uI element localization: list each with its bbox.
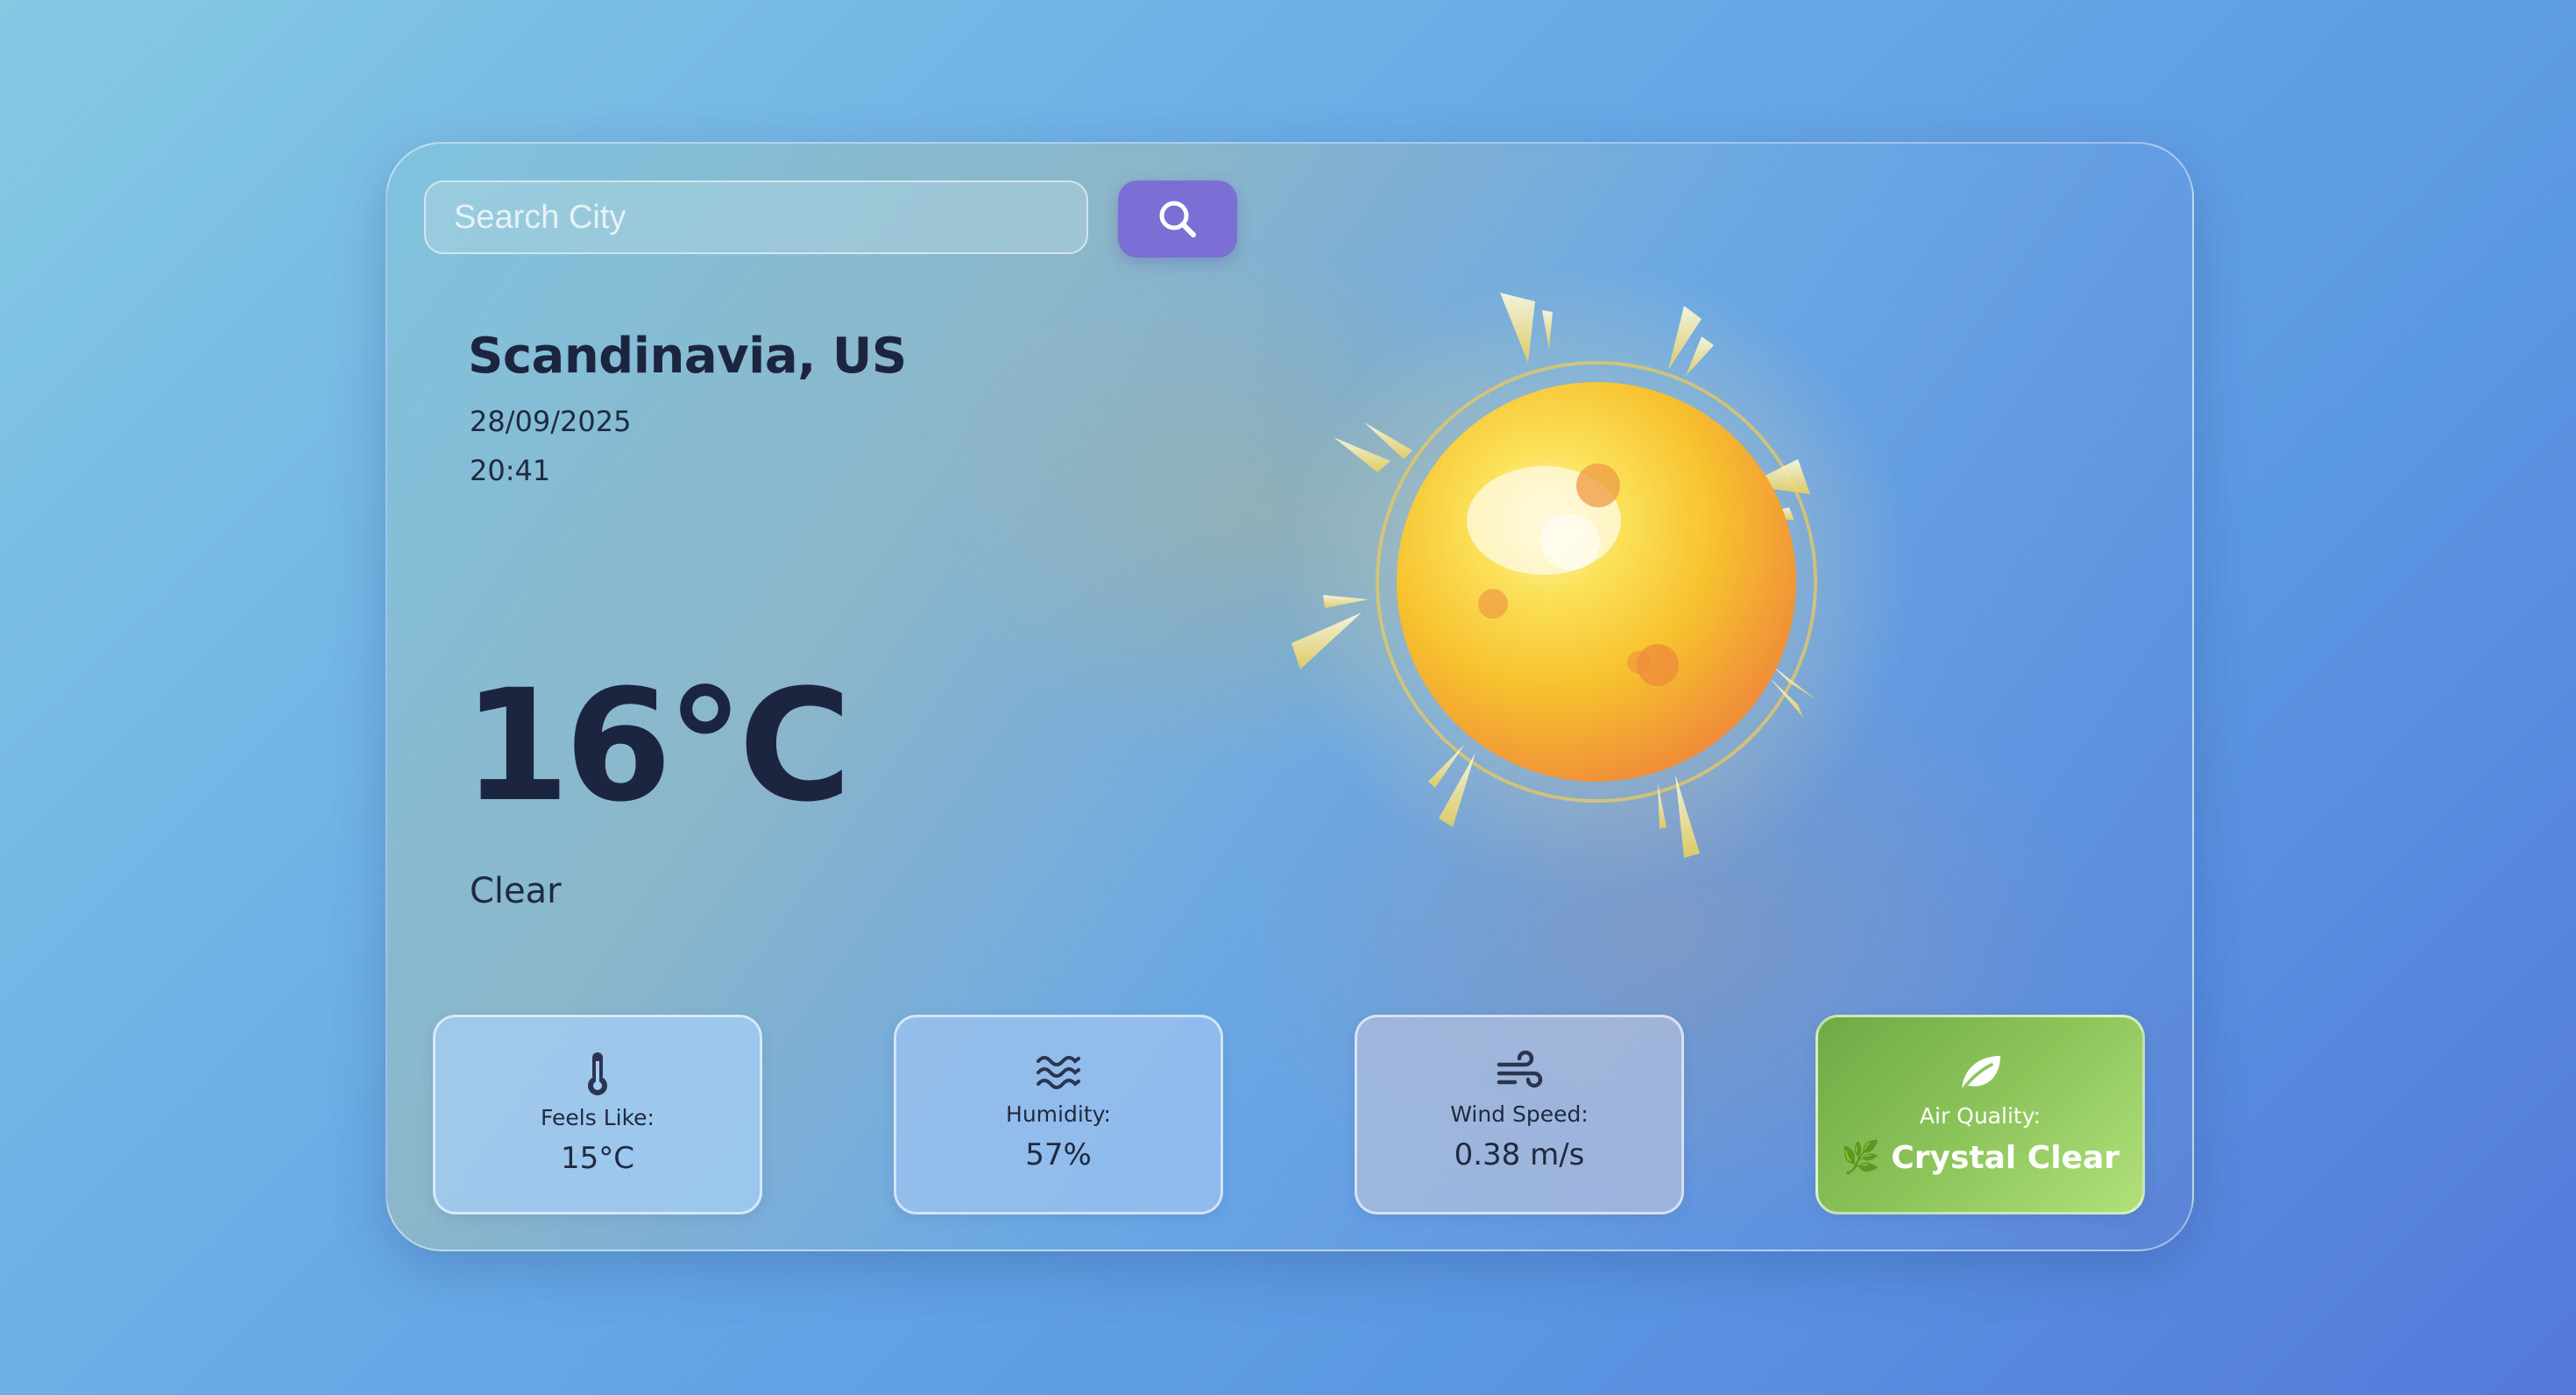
feels-like-label: Feels Like:: [541, 1105, 655, 1130]
temperature-value: 16°C: [463, 656, 852, 836]
air-quality-card: Air Quality: 🌿 Crystal Clear: [1815, 1015, 2145, 1214]
feels-like-card: Feels Like: 15°C: [433, 1015, 762, 1214]
wind-speed-card: Wind Speed: 0.38 m/s: [1355, 1015, 1684, 1214]
weather-card: Scandinavia, US 28/09/2025 20:41 16°C Cl…: [386, 142, 2194, 1251]
search-icon: [1159, 201, 1196, 237]
location-name: Scandinavia, US: [468, 328, 907, 385]
thermometer-icon: [588, 1052, 607, 1095]
air-quality-value: 🌿 Crystal Clear: [1840, 1140, 2120, 1176]
feels-like-value: 15°C: [560, 1141, 634, 1176]
humidity-label: Humidity:: [1006, 1101, 1111, 1127]
search-input[interactable]: [426, 182, 1086, 252]
humidity-card: Humidity: 57%: [894, 1015, 1223, 1214]
humidity-value: 57%: [1025, 1137, 1092, 1172]
wind-speed-value: 0.38 m/s: [1454, 1137, 1585, 1172]
search-button[interactable]: [1118, 181, 1237, 258]
sun-icon: [1281, 266, 1912, 897]
date-text: 28/09/2025: [470, 405, 632, 438]
weather-condition: Clear: [470, 871, 562, 911]
wind-speed-label: Wind Speed:: [1450, 1101, 1589, 1127]
air-quality-label: Air Quality:: [1919, 1103, 2042, 1129]
time-text: 20:41: [470, 454, 551, 487]
search-box[interactable]: [424, 181, 1088, 254]
humidity-waves-icon: [1037, 1056, 1080, 1089]
leaf-icon: [1960, 1056, 2000, 1093]
wind-icon: [1497, 1051, 1543, 1088]
